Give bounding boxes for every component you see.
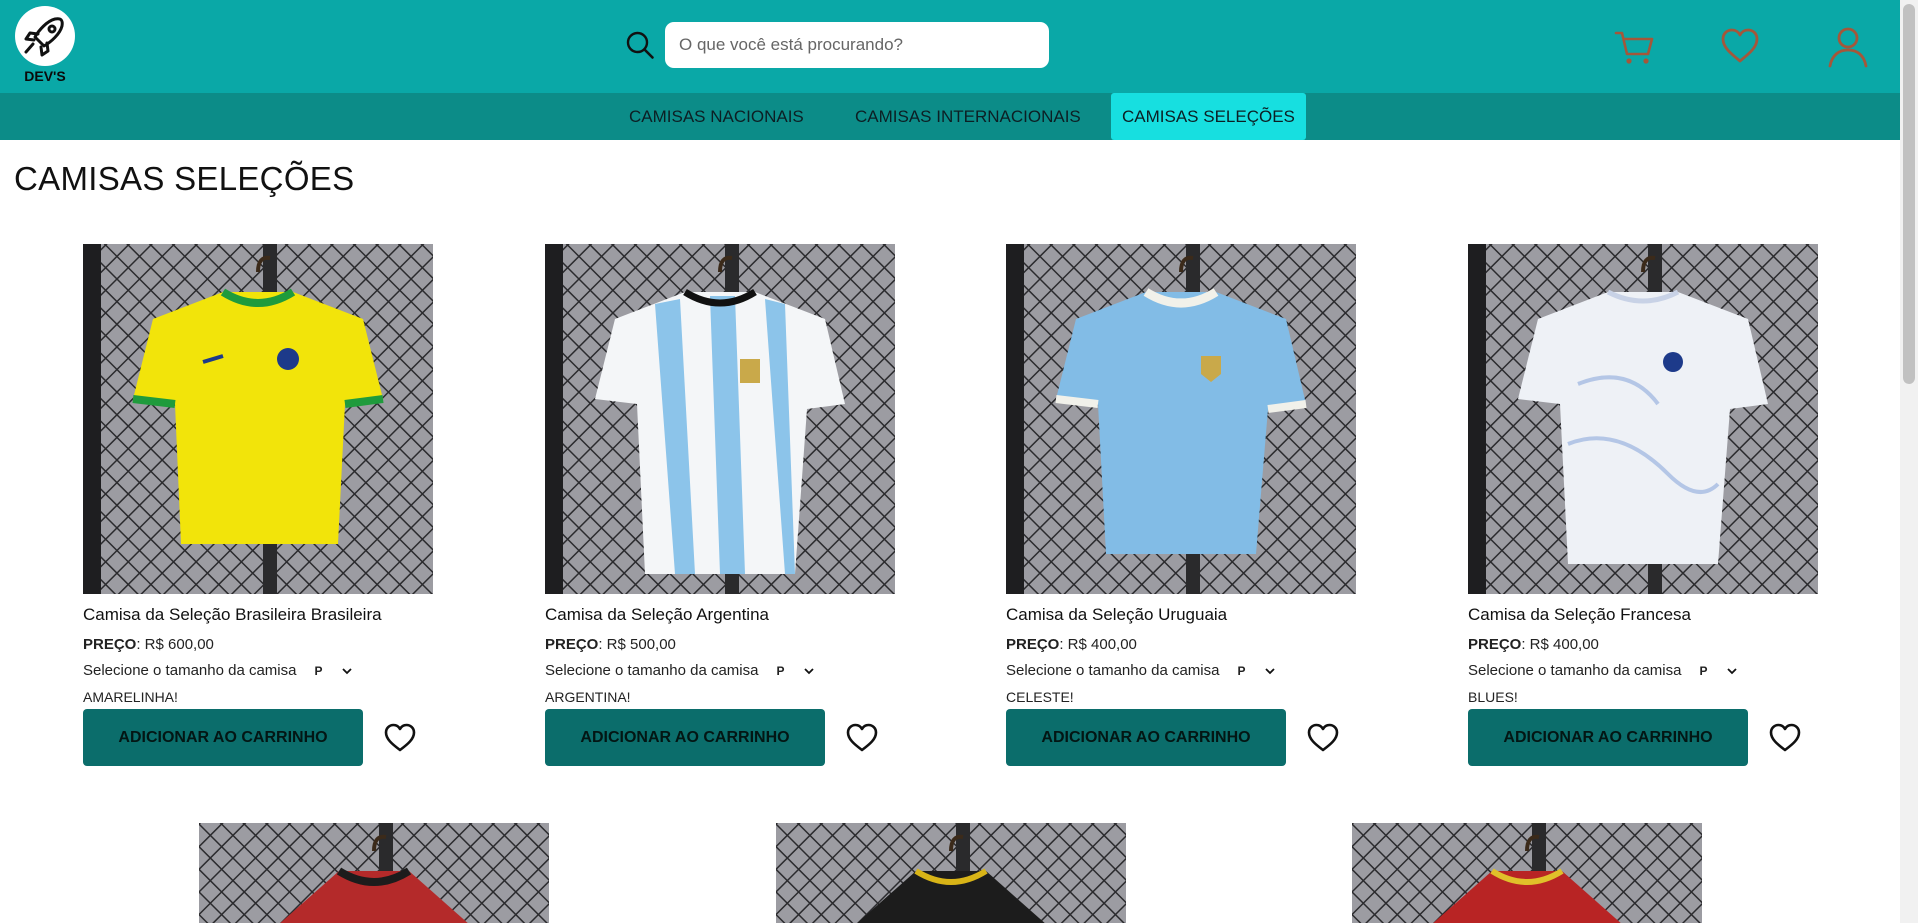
chevron-down-icon bbox=[1727, 667, 1738, 674]
heart-icon[interactable] bbox=[1306, 721, 1340, 755]
product-price: PREÇO: R$ 500,00 bbox=[545, 636, 915, 654]
size-value: P bbox=[1237, 664, 1246, 678]
price-value: : R$ 600,00 bbox=[136, 636, 214, 653]
search-icon[interactable] bbox=[625, 30, 655, 60]
logo[interactable]: DEV'S bbox=[14, 6, 76, 86]
size-prompt: Selecione o tamanho da camisa bbox=[1006, 662, 1220, 679]
chevron-down-icon bbox=[1265, 667, 1276, 674]
product-tagline: CELESTE! bbox=[1006, 689, 1074, 705]
product-price: PREÇO: R$ 600,00 bbox=[83, 636, 453, 654]
size-prompt: Selecione o tamanho da camisa bbox=[545, 662, 759, 679]
chevron-down-icon bbox=[342, 667, 353, 674]
product-name: Camisa da Seleção Brasileira Brasileira bbox=[83, 605, 382, 624]
size-prompt: Selecione o tamanho da camisa bbox=[1468, 662, 1682, 679]
scroll-thumb[interactable] bbox=[1903, 4, 1915, 384]
size-row: Selecione o tamanho da camisa P bbox=[1006, 662, 1376, 680]
product-tagline: BLUES! bbox=[1468, 689, 1518, 705]
product-name: Camisa da Seleção Argentina bbox=[545, 605, 769, 624]
price-value: : R$ 400,00 bbox=[1059, 636, 1137, 653]
product-card: Camisa da Seleção Uruguaia PREÇO: R$ 400… bbox=[1006, 244, 1376, 766]
price-label: PREÇO bbox=[1468, 636, 1522, 653]
category-nav: CAMISAS NACIONAIS CAMISAS INTERNACIONAIS… bbox=[0, 93, 1900, 140]
price-label: PREÇO bbox=[545, 636, 599, 653]
product-card: Camisa da Seleção Argentina PREÇO: R$ 50… bbox=[545, 244, 915, 766]
header: DEV'S bbox=[0, 0, 1900, 93]
size-select[interactable]: P bbox=[314, 662, 353, 680]
add-to-cart-button[interactable]: ADICIONAR AO CARRINHO bbox=[545, 709, 825, 766]
size-prompt: Selecione o tamanho da camisa bbox=[83, 662, 297, 679]
size-value: P bbox=[776, 664, 785, 678]
price-value: : R$ 400,00 bbox=[1521, 636, 1599, 653]
size-row: Selecione o tamanho da camisa P bbox=[83, 662, 453, 680]
size-select[interactable]: P bbox=[776, 662, 815, 680]
nav-camisas-nacionais[interactable]: CAMISAS NACIONAIS bbox=[618, 93, 815, 140]
scrollbar[interactable] bbox=[1900, 0, 1918, 923]
heart-icon[interactable] bbox=[383, 721, 417, 755]
product-name: Camisa da Seleção Uruguaia bbox=[1006, 605, 1228, 624]
product-name: Camisa da Seleção Francesa bbox=[1468, 605, 1692, 624]
search-input[interactable] bbox=[665, 22, 1049, 68]
chevron-down-icon bbox=[804, 667, 815, 674]
add-to-cart-button[interactable]: ADICIONAR AO CARRINHO bbox=[1468, 709, 1748, 766]
price-label: PREÇO bbox=[83, 636, 137, 653]
price-label: PREÇO bbox=[1006, 636, 1060, 653]
price-value: : R$ 500,00 bbox=[598, 636, 676, 653]
size-row: Selecione o tamanho da camisa P bbox=[1468, 662, 1838, 680]
brand-name: DEV'S bbox=[24, 68, 66, 84]
size-select[interactable]: P bbox=[1237, 662, 1276, 680]
size-row: Selecione o tamanho da camisa P bbox=[545, 662, 915, 680]
cart-icon[interactable] bbox=[1612, 24, 1656, 68]
product-image[interactable] bbox=[1006, 244, 1356, 594]
product-price: PREÇO: R$ 400,00 bbox=[1468, 636, 1838, 654]
add-to-cart-button[interactable]: ADICIONAR AO CARRINHO bbox=[83, 709, 363, 766]
product-card: Camisa da Seleção Brasileira Brasileira … bbox=[83, 244, 453, 766]
product-actions: ADICIONAR AO CARRINHO bbox=[1468, 709, 1838, 766]
add-to-cart-button[interactable]: ADICIONAR AO CARRINHO bbox=[1006, 709, 1286, 766]
product-image[interactable] bbox=[83, 244, 433, 594]
user-icon[interactable] bbox=[1826, 24, 1870, 68]
nav-camisas-internacionais[interactable]: CAMISAS INTERNACIONAIS bbox=[844, 93, 1092, 140]
product-tagline: AMARELINHA! bbox=[83, 689, 178, 705]
nav-camisas-selecoes[interactable]: CAMISAS SELEÇÕES bbox=[1111, 93, 1306, 140]
size-value: P bbox=[1699, 664, 1708, 678]
size-select[interactable]: P bbox=[1699, 662, 1738, 680]
product-image[interactable] bbox=[1352, 823, 1702, 923]
rocket-icon bbox=[15, 6, 75, 66]
product-actions: ADICIONAR AO CARRINHO bbox=[1006, 709, 1376, 766]
product-image[interactable] bbox=[545, 244, 895, 594]
product-image[interactable] bbox=[1468, 244, 1818, 594]
product-tagline: ARGENTINA! bbox=[545, 689, 631, 705]
product-card: Camisa da Seleção Francesa PREÇO: R$ 400… bbox=[1468, 244, 1838, 766]
size-value: P bbox=[314, 664, 323, 678]
heart-icon[interactable] bbox=[1768, 721, 1802, 755]
product-image[interactable] bbox=[199, 823, 549, 923]
product-image[interactable] bbox=[776, 823, 1126, 923]
product-price: PREÇO: R$ 400,00 bbox=[1006, 636, 1376, 654]
heart-icon[interactable] bbox=[845, 721, 879, 755]
product-actions: ADICIONAR AO CARRINHO bbox=[545, 709, 915, 766]
product-actions: ADICIONAR AO CARRINHO bbox=[83, 709, 453, 766]
page-title: CAMISAS SELEÇÕES bbox=[14, 160, 355, 197]
heart-icon[interactable] bbox=[1718, 24, 1762, 68]
